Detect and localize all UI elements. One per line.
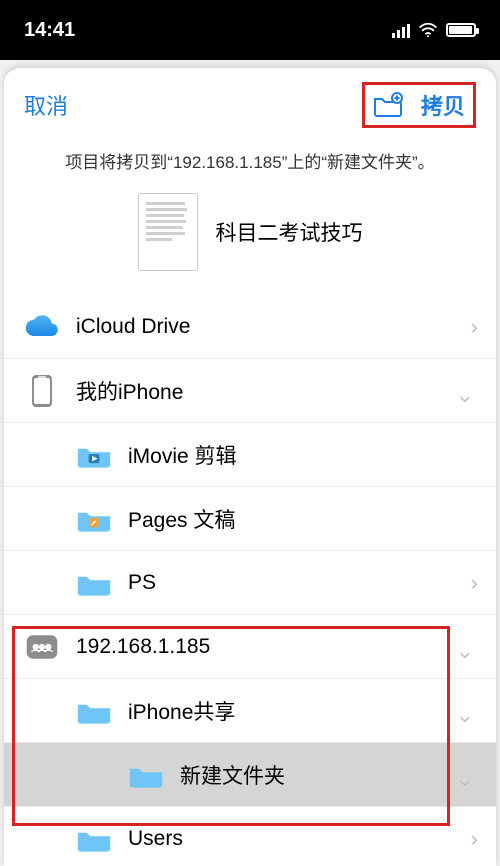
chevron-right-icon: › [454,826,478,852]
folder-users[interactable]: Users › [4,807,496,866]
chevron-down-icon: › [453,635,479,659]
location-label: iCloud Drive [62,315,454,339]
folder-icon [74,569,114,597]
chevron-down-icon: › [453,763,479,787]
location-label: 我的iPhone [62,376,454,406]
location-list: iCloud Drive › 我的iPhone › iMov [4,295,496,866]
signal-icon [392,22,410,38]
iphone-icon [22,373,62,409]
folder-pages[interactable]: Pages 文稿 [4,487,496,551]
folder-imovie[interactable]: iMovie 剪辑 [4,423,496,487]
folder-label: Pages 文稿 [114,504,478,534]
folder-label: Users [114,827,454,851]
location-icloud-drive[interactable]: iCloud Drive › [4,295,496,359]
battery-icon [446,23,476,37]
location-label: 192.168.1.185 [62,635,454,659]
folder-icon [74,697,114,725]
location-server[interactable]: 192.168.1.185 › [4,615,496,679]
chevron-down-icon: › [453,699,479,723]
nav-action-highlight: 拷贝 [362,82,476,128]
chevron-right-icon: › [454,570,478,596]
navbar: 取消 拷贝 [4,68,496,142]
chevron-right-icon: › [454,314,478,340]
icloud-icon [22,314,62,340]
document-preview: 科目二考试技巧 [4,187,496,289]
folder-iphone-share[interactable]: iPhone共享 › [4,679,496,743]
folder-new-folder[interactable]: 新建文件夹 › [4,743,496,807]
copy-button[interactable]: 拷贝 [421,89,465,121]
folder-ps[interactable]: PS › [4,551,496,615]
document-title: 科目二考试技巧 [216,217,363,247]
document-thumbnail [138,193,198,271]
folder-icon [74,441,114,469]
folder-icon [74,505,114,533]
status-bar: 14:41 [0,0,500,60]
folder-icon [74,825,114,853]
status-time: 14:41 [24,19,75,42]
server-icon [22,632,62,662]
chevron-down-icon: › [453,379,479,403]
info-text: 项目将拷贝到“192.168.1.185”上的“新建文件夹”。 [4,142,496,187]
folder-label: PS [114,571,454,595]
cancel-button[interactable]: 取消 [24,89,68,121]
wifi-icon [418,22,438,38]
new-folder-icon[interactable] [373,92,403,118]
folder-label: 新建文件夹 [166,760,454,790]
copy-sheet: 取消 拷贝 项目将拷贝到“192.168.1.185”上的“新建文件夹”。 [4,68,496,866]
folder-icon [126,761,166,789]
folder-label: iMovie 剪辑 [114,440,478,470]
folder-label: iPhone共享 [114,696,454,726]
location-my-iphone[interactable]: 我的iPhone › [4,359,496,423]
